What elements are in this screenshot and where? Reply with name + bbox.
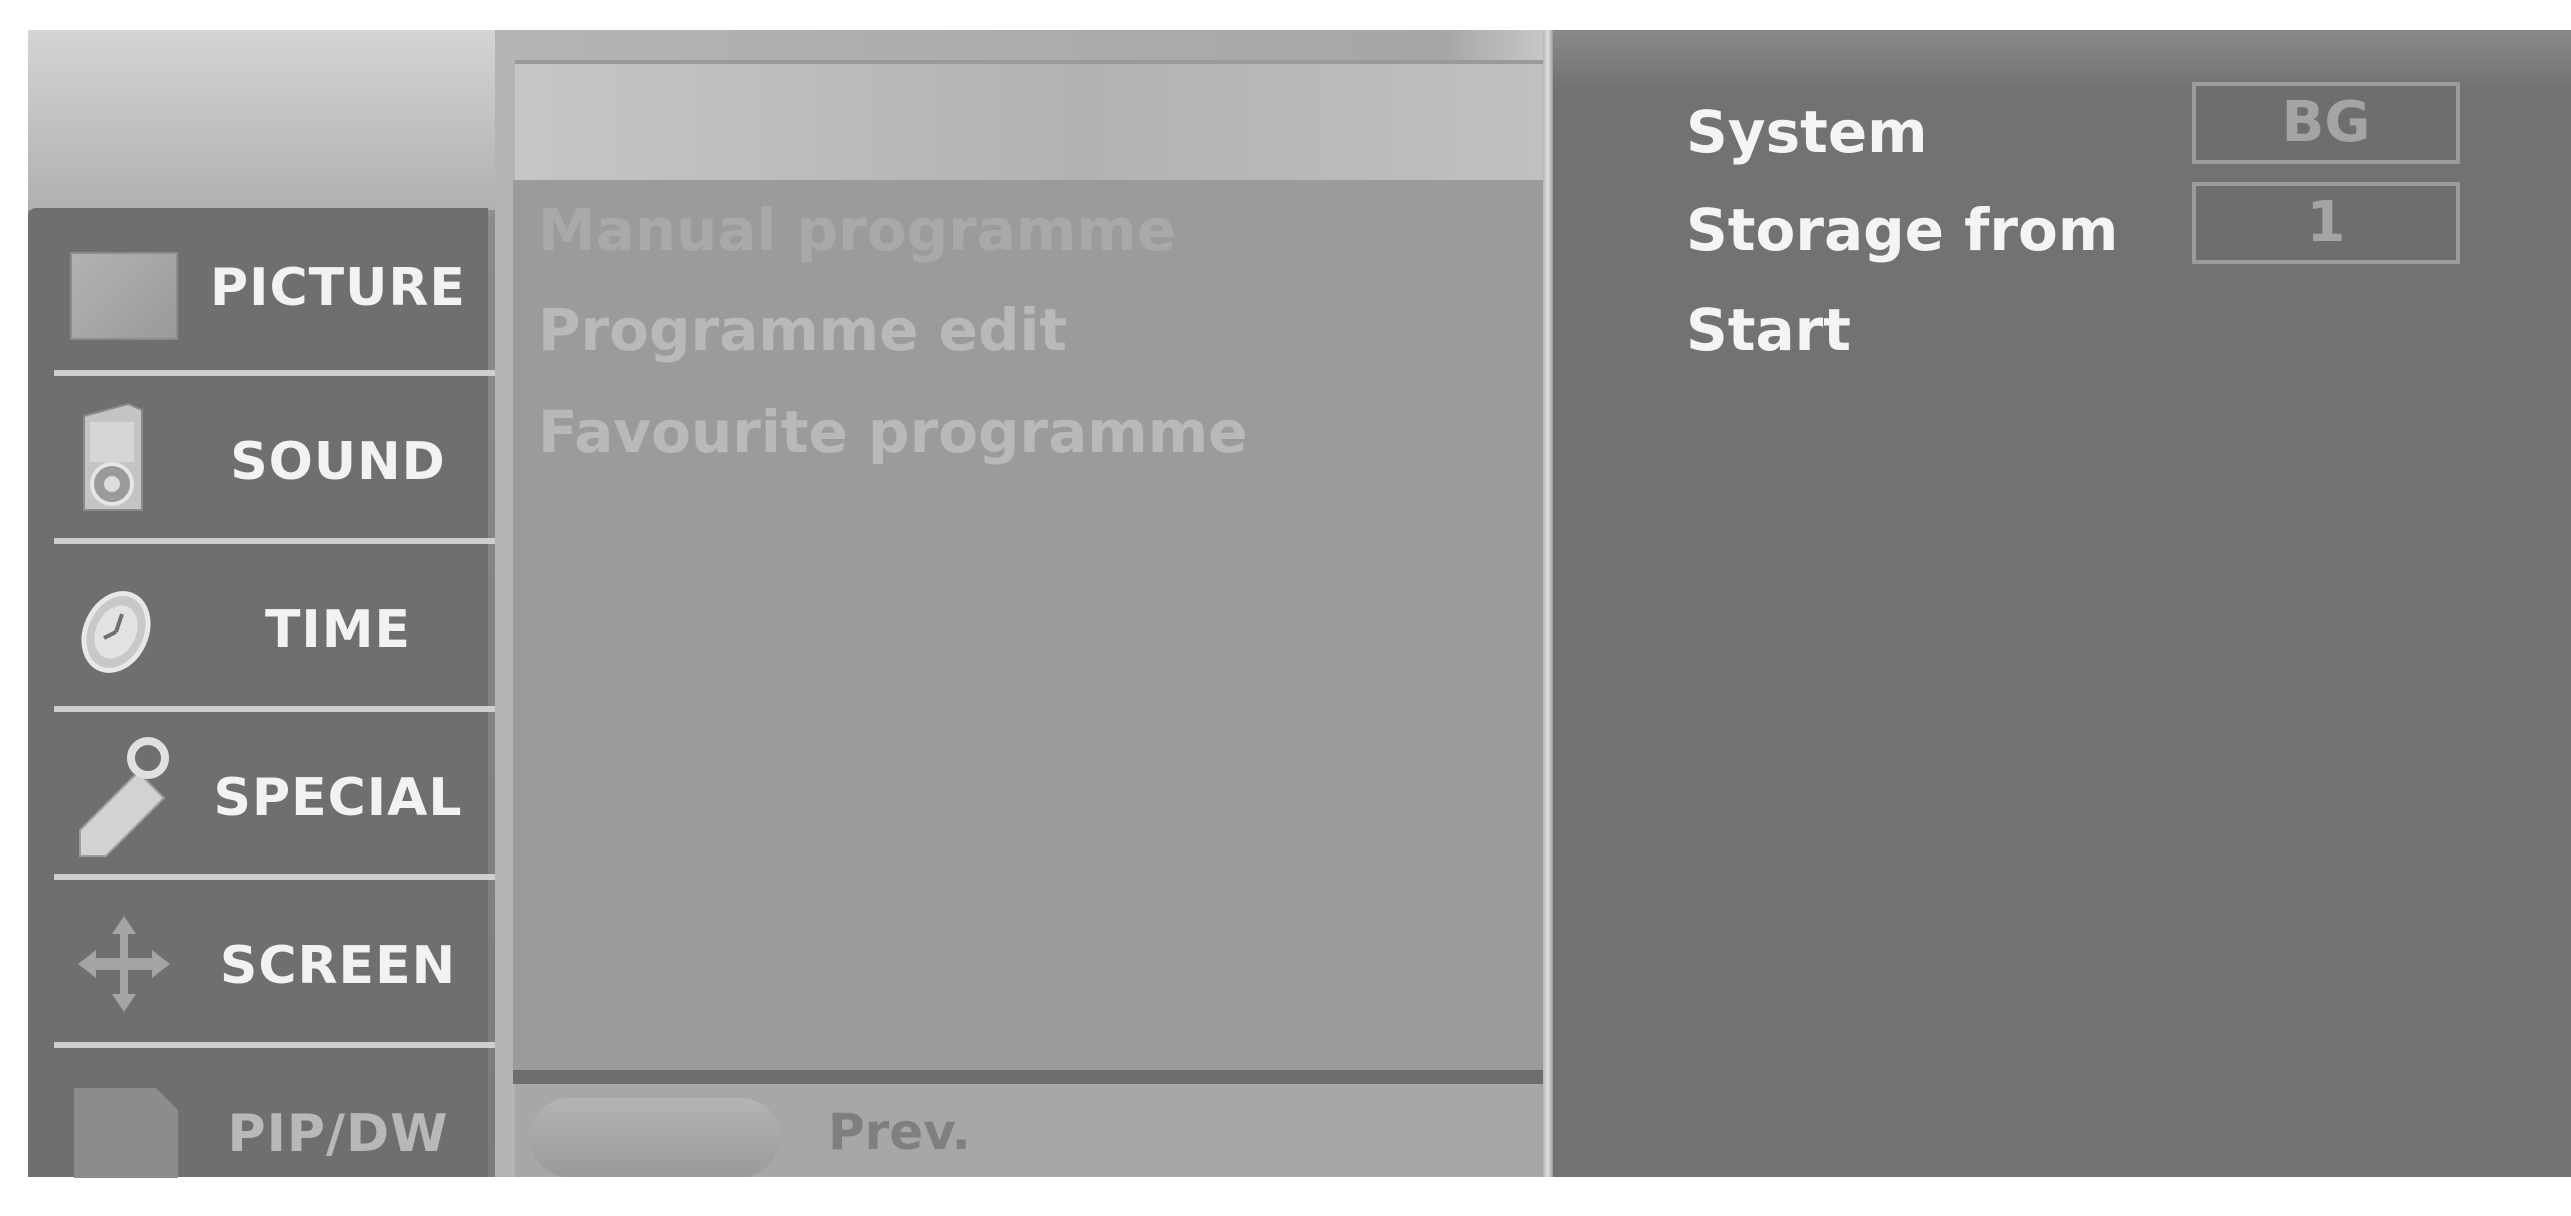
category-time[interactable]: TIME (28, 544, 502, 712)
pip-icon (74, 1088, 178, 1178)
menu-item-favourite-programme[interactable]: Favourite programme (538, 398, 1247, 466)
settings-panel-gloss (1553, 30, 2571, 90)
category-picture[interactable]: PICTURE (28, 208, 502, 376)
menu-divider (513, 1070, 1548, 1084)
category-panel-header (28, 30, 495, 210)
menu-header-bar (515, 60, 1543, 184)
key-tag-icon (68, 732, 178, 862)
category-label: TIME (264, 600, 412, 660)
move-arrows-icon (72, 914, 176, 1014)
category-label: SOUND (230, 432, 446, 492)
category-label: PICTURE (210, 258, 466, 318)
category-screen[interactable]: SCREEN (28, 880, 502, 1048)
menu-item-manual-programme[interactable]: Manual programme (538, 196, 1176, 264)
tv-osd-screen: PICTURE SOUND TIME SPECIAL SCREEN PIP/DW… (0, 0, 2571, 1178)
panel-edge (1543, 30, 1553, 1177)
category-label: SCREEN (219, 936, 457, 996)
menu-item-programme-edit[interactable]: Programme edit (538, 296, 1067, 364)
prev-label: Prev. (828, 1103, 971, 1161)
clock-icon (74, 582, 158, 678)
category-sound[interactable]: SOUND (28, 376, 502, 544)
storage-from-value[interactable]: 1 (2192, 182, 2460, 264)
category-list: PICTURE SOUND TIME SPECIAL SCREEN PIP/DW (28, 208, 502, 1178)
start-button[interactable]: Start (1686, 296, 1851, 364)
top-margin (0, 0, 2571, 30)
category-special[interactable]: SPECIAL (28, 712, 502, 880)
speaker-icon (76, 398, 150, 516)
system-value[interactable]: BG (2192, 82, 2460, 164)
picture-icon (70, 252, 178, 340)
category-label: PIP/DW (227, 1104, 449, 1164)
storage-from-label[interactable]: Storage from (1686, 196, 2118, 264)
system-label[interactable]: System (1686, 98, 1928, 166)
category-pip-dw[interactable]: PIP/DW (28, 1048, 488, 1216)
category-label: SPECIAL (213, 768, 463, 828)
prev-button[interactable] (530, 1098, 780, 1177)
